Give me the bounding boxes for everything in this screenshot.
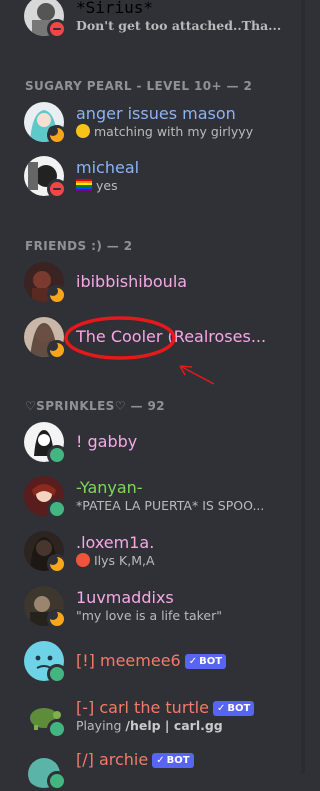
member-carl-the-turtle[interactable]: [-] carl the turtle ✓ BOT Playing /help | …	[24, 694, 294, 739]
member-loxem1a[interactable]: .loxem1a. Ilys K,M,A	[24, 529, 294, 574]
red-annotation	[64, 316, 215, 385]
member-status-text: matching with my girlyyy	[76, 124, 294, 140]
avatar	[24, 696, 67, 739]
online-status-icon	[47, 664, 67, 684]
annotation-circle	[64, 316, 176, 360]
verified-check-icon: ✓	[216, 703, 226, 714]
member-name: ! gabby	[76, 432, 138, 451]
bot-badge: ✓ BOT	[212, 701, 255, 716]
section-header-sprinkles: ♡SPRINKLES♡ — 92	[25, 399, 165, 413]
avatar	[24, 262, 67, 305]
member-name: -Yanyan-	[76, 478, 143, 497]
member-status-text: "my love is a life taker"	[76, 608, 223, 623]
member-status-text: Ilys K,M,A	[76, 553, 294, 569]
heart-on-fire-emoji-icon	[76, 553, 90, 567]
section-header-sugary-pearl: SUGARY PEARL - LEVEL 10+ — 2	[25, 79, 253, 93]
member-anger-issues-mason[interactable]: anger issues mason matching with my girl…	[24, 100, 294, 145]
member-name: *Sirius*	[76, 0, 154, 17]
avatar	[24, 422, 67, 465]
member-status-text: Playing /help | carl.gg	[76, 718, 223, 733]
member-yanyan[interactable]: -Yanyan- *PATEA LA PUERTA* IS SPOO...	[24, 474, 294, 519]
member-status-text: yes	[76, 178, 294, 194]
avatar	[24, 102, 67, 145]
member-name: anger issues mason	[76, 104, 236, 123]
online-status-icon	[47, 771, 67, 791]
verified-check-icon: ✓	[156, 755, 165, 766]
member-micheal[interactable]: micheal yes	[24, 154, 294, 199]
bot-badge: ✓ BOT	[152, 753, 194, 768]
dnd-status-icon	[47, 19, 67, 39]
avatar	[24, 586, 67, 629]
avatar	[24, 641, 67, 684]
avatar	[24, 0, 67, 39]
member-name: ibibbishiboula	[76, 272, 188, 291]
avatar	[24, 476, 67, 519]
idle-status-icon	[47, 609, 67, 629]
section-header-friends: FRIENDS :) — 2	[25, 239, 133, 253]
member-name: [!] meemee6 ✓ BOT	[76, 651, 294, 671]
member-name: .loxem1a.	[76, 533, 155, 552]
rainbow-flag-icon	[76, 179, 92, 191]
avatar	[24, 317, 67, 360]
online-status-icon	[47, 499, 67, 519]
member-name: [-] carl the turtle ✓ BOT	[76, 698, 294, 718]
idle-status-icon	[47, 285, 67, 305]
avatar	[24, 531, 67, 574]
member-gabby[interactable]: ! gabby	[24, 420, 294, 465]
member-meemee6[interactable]: [!] meemee6 ✓ BOT	[24, 639, 294, 684]
bot-badge: ✓ BOT	[184, 654, 227, 669]
member-status-text: Don't get too attached..Tha...	[76, 18, 282, 33]
member-ibibbishiboula[interactable]: ibibbishiboula	[24, 260, 294, 305]
online-status-icon	[47, 719, 67, 739]
avatar	[24, 748, 67, 791]
verified-check-icon: ✓	[188, 656, 198, 667]
member-list-scrollbar[interactable]	[301, 0, 305, 773]
avatar	[24, 156, 67, 199]
member-sirius[interactable]: *Sirius* Don't get too attached..Tha...	[24, 0, 294, 39]
annotation-arrow-line	[179, 365, 215, 385]
dnd-status-icon	[47, 179, 67, 199]
member-archie[interactable]: [/] archie ✓ BOT	[24, 746, 294, 791]
member-name: [/] archie ✓ BOT	[76, 750, 294, 770]
online-status-icon	[47, 445, 67, 465]
member-name: 1uvmaddixs	[76, 588, 174, 607]
idle-status-icon	[47, 125, 67, 145]
member-1uvmaddixs[interactable]: 1uvmaddixs "my love is a life taker"	[24, 584, 294, 629]
heart-eyes-emoji-icon	[76, 124, 90, 138]
idle-status-icon	[47, 554, 67, 574]
member-status-text: *PATEA LA PUERTA* IS SPOO...	[76, 498, 265, 513]
member-name: micheal	[76, 158, 140, 177]
